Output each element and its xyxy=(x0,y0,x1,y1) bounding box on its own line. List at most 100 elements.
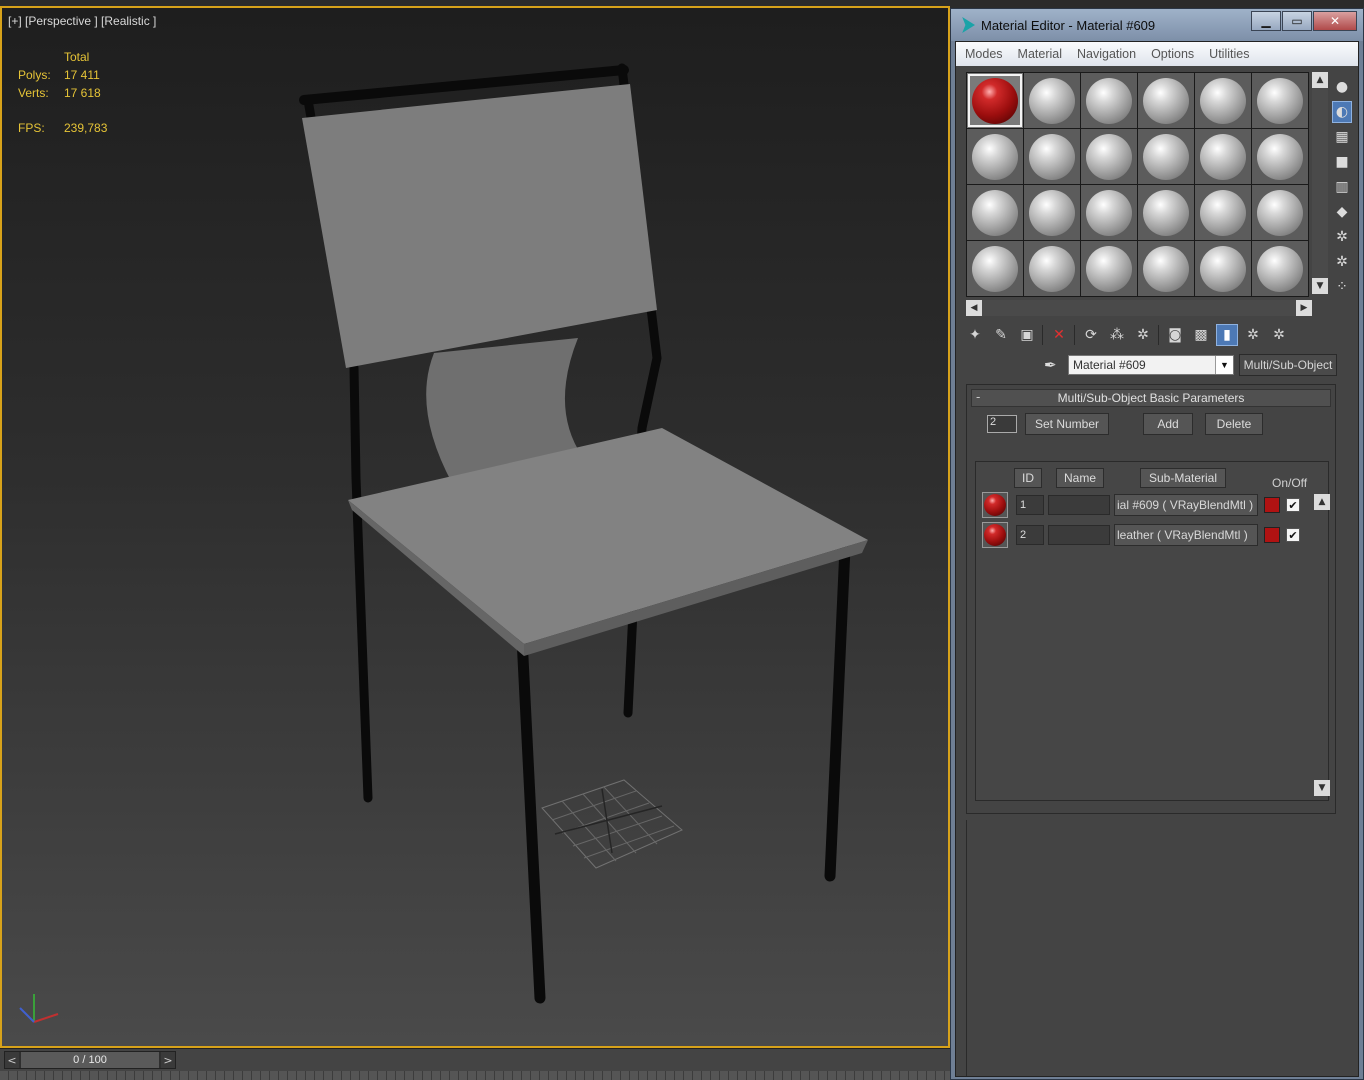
options-icon[interactable]: ✲ xyxy=(1332,226,1352,248)
material-type-button[interactable]: Multi/Sub-Object xyxy=(1239,354,1337,376)
material-slot[interactable] xyxy=(1024,241,1080,296)
show-shaded-material-icon[interactable]: ▩ xyxy=(1190,324,1212,346)
sub-material-preview[interactable] xyxy=(982,522,1008,548)
sub-material-id[interactable]: 2 xyxy=(1016,525,1044,545)
chevron-down-icon[interactable]: ▼ xyxy=(1215,356,1233,374)
reset-map-icon[interactable]: ✕ xyxy=(1048,324,1070,346)
sub-material-name[interactable] xyxy=(1048,495,1110,515)
make-copy-icon[interactable]: ⟳ xyxy=(1080,324,1102,346)
material-sphere-preview xyxy=(1086,189,1132,236)
scroll-up-icon[interactable]: ▲ xyxy=(1312,72,1328,88)
track-bar[interactable] xyxy=(0,1071,950,1080)
material-slot[interactable] xyxy=(1195,185,1251,240)
material-slot[interactable] xyxy=(1024,73,1080,128)
perspective-viewport[interactable]: [+] [Perspective ] [Realistic ] Total Po… xyxy=(0,6,950,1048)
frame-counter[interactable]: 0 / 100 xyxy=(21,1052,159,1068)
table-scroll-down-icon[interactable]: ▼ xyxy=(1314,780,1330,796)
material-slot[interactable] xyxy=(1081,73,1137,128)
time-slider[interactable]: < 0 / 100 > xyxy=(4,1051,176,1069)
color-swatch[interactable] xyxy=(1264,497,1280,513)
put-to-library-icon[interactable]: ✲ xyxy=(1132,324,1154,346)
sub-material-preview[interactable] xyxy=(982,492,1008,518)
scroll-left-icon[interactable]: ◀ xyxy=(966,300,982,316)
table-scroll-up-icon[interactable]: ▲ xyxy=(1314,494,1330,510)
scroll-right-icon[interactable]: ▶ xyxy=(1296,300,1312,316)
material-slot[interactable] xyxy=(967,241,1023,296)
collapse-icon[interactable]: - xyxy=(976,389,980,404)
material-editor-titlebar[interactable]: Material Editor - Material #609 ▁ ▭ ✕ xyxy=(951,9,1363,41)
eyedropper-icon[interactable]: ✒ xyxy=(1044,356,1068,374)
material-slot[interactable] xyxy=(1138,185,1194,240)
menu-material[interactable]: Material xyxy=(1018,47,1062,61)
add-button[interactable]: Add xyxy=(1143,413,1193,435)
minimize-button[interactable]: ▁ xyxy=(1251,11,1281,31)
prev-frame-button[interactable]: < xyxy=(5,1052,19,1068)
sub-material-name[interactable] xyxy=(1048,525,1110,545)
material-sphere-preview xyxy=(972,77,1018,124)
id-column-header[interactable]: ID xyxy=(1014,468,1042,488)
set-number-button[interactable]: Set Number xyxy=(1025,413,1109,435)
material-slot[interactable] xyxy=(1195,73,1251,128)
material-id-channel-icon[interactable]: ◙ xyxy=(1164,324,1186,346)
background-icon[interactable]: ▦ xyxy=(1332,126,1352,148)
sample-uv-tiling-icon[interactable]: ■ xyxy=(1332,151,1352,173)
material-slot[interactable] xyxy=(967,185,1023,240)
backlight-icon[interactable]: ◐ xyxy=(1332,101,1352,123)
name-column-header[interactable]: Name xyxy=(1056,468,1104,488)
material-slot[interactable] xyxy=(967,129,1023,184)
sub-material-button[interactable]: leather ( VRayBlendMtl ) xyxy=(1114,524,1258,546)
chair-model[interactable] xyxy=(2,8,948,1048)
material-slot[interactable] xyxy=(1138,73,1194,128)
slots-vertical-scrollbar[interactable]: ▲ ▼ xyxy=(1312,72,1328,294)
video-color-check-icon[interactable]: ▥ xyxy=(1332,176,1352,198)
material-slot[interactable] xyxy=(1138,129,1194,184)
material-count-input[interactable]: 2 xyxy=(987,415,1017,433)
rollout-header[interactable]: - Multi/Sub-Object Basic Parameters xyxy=(971,389,1331,407)
sample-type-icon[interactable]: ● xyxy=(1332,76,1352,98)
material-slot[interactable] xyxy=(1024,129,1080,184)
material-slot[interactable] xyxy=(1252,73,1308,128)
material-slot[interactable] xyxy=(1195,241,1251,296)
assign-to-selection-icon[interactable]: ▣ xyxy=(1016,324,1038,346)
scroll-down-icon[interactable]: ▼ xyxy=(1312,278,1328,294)
material-slot[interactable] xyxy=(1252,129,1308,184)
on-off-checkbox[interactable]: ✔ xyxy=(1286,498,1300,512)
delete-button[interactable]: Delete xyxy=(1205,413,1263,435)
menu-utilities[interactable]: Utilities xyxy=(1209,47,1249,61)
viewport-statistics: Total Polys: 17 411 Verts: 17 618 FPS: 239,… xyxy=(18,48,107,137)
material-slot[interactable] xyxy=(1081,185,1137,240)
go-forward-to-sibling-icon[interactable]: ✲ xyxy=(1268,324,1290,346)
sub-material-table: ID Name Sub-Material On/Off 1 ial #609 (… xyxy=(975,461,1330,801)
menu-navigation[interactable]: Navigation xyxy=(1077,47,1136,61)
put-to-scene-icon[interactable]: ✎ xyxy=(990,324,1012,346)
sub-material-id[interactable]: 1 xyxy=(1016,495,1044,515)
material-slot[interactable] xyxy=(1081,129,1137,184)
maximize-button[interactable]: ▭ xyxy=(1282,11,1312,31)
get-material-icon[interactable]: ✦ xyxy=(964,324,986,346)
material-name-field[interactable]: Material #609 ▼ xyxy=(1068,355,1234,375)
show-end-result-icon[interactable]: ▮ xyxy=(1216,324,1238,346)
slots-horizontal-scrollbar[interactable]: ◀ ▶ xyxy=(966,300,1312,316)
on-off-checkbox[interactable]: ✔ xyxy=(1286,528,1300,542)
material-map-navigator-icon[interactable]: ⁘ xyxy=(1332,276,1352,298)
menu-modes[interactable]: Modes xyxy=(965,47,1003,61)
select-by-material-icon[interactable]: ✲ xyxy=(1332,251,1352,273)
color-swatch[interactable] xyxy=(1264,527,1280,543)
material-slot[interactable] xyxy=(1195,129,1251,184)
next-frame-button[interactable]: > xyxy=(161,1052,175,1068)
grid-object xyxy=(541,779,683,869)
material-slot[interactable] xyxy=(967,73,1023,128)
make-unique-icon[interactable]: ⁂ xyxy=(1106,324,1128,346)
go-to-parent-icon[interactable]: ✲ xyxy=(1242,324,1264,346)
close-button[interactable]: ✕ xyxy=(1313,11,1357,31)
make-preview-icon[interactable]: ◆ xyxy=(1332,201,1352,223)
sub-material-button[interactable]: ial #609 ( VRayBlendMtl ) xyxy=(1114,494,1258,516)
material-slot[interactable] xyxy=(1252,241,1308,296)
menu-options[interactable]: Options xyxy=(1151,47,1194,61)
material-slot[interactable] xyxy=(1024,185,1080,240)
material-slot[interactable] xyxy=(1081,241,1137,296)
material-slot[interactable] xyxy=(1138,241,1194,296)
viewport-label[interactable]: [+] [Perspective ] [Realistic ] xyxy=(8,14,156,28)
sub-material-column-header[interactable]: Sub-Material xyxy=(1140,468,1226,488)
material-slot[interactable] xyxy=(1252,185,1308,240)
